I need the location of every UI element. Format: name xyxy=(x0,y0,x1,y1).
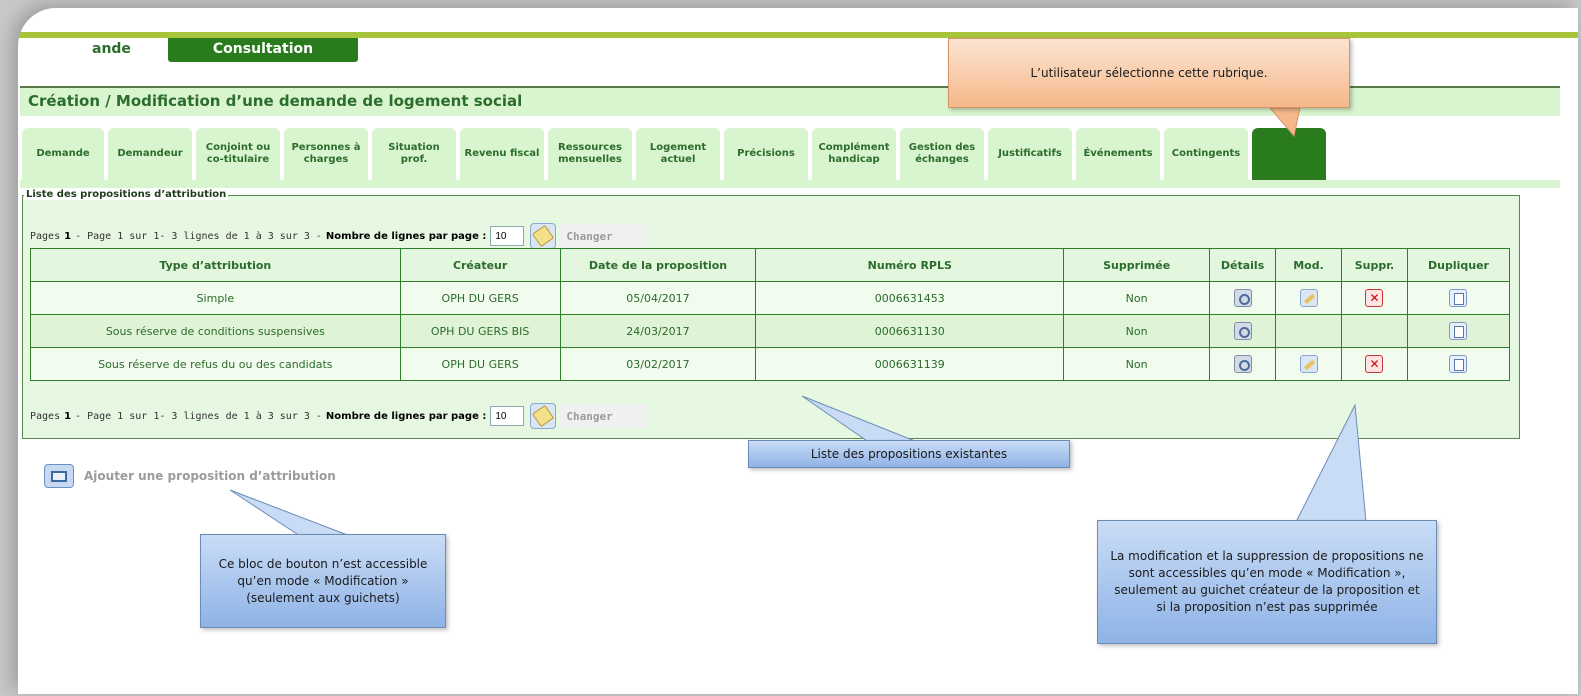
callout-tail-bloc xyxy=(229,489,351,537)
callout-bloc-text: Ce bloc de bouton n’est accessible qu’en… xyxy=(218,556,428,605)
callout-modif-text: La modification et la suppression de pro… xyxy=(1110,549,1424,614)
callout-modif: La modification et la suppression de pro… xyxy=(1097,520,1437,644)
callout-rubrique: L’utilisateur sélectionne cette rubrique… xyxy=(948,38,1350,108)
callout-tail-liste xyxy=(801,395,921,444)
callout-tail-modif xyxy=(1295,403,1367,523)
callout-liste: Liste des propositions existantes xyxy=(748,440,1070,468)
callout-tail-rubrique xyxy=(1268,107,1301,138)
callout-liste-text: Liste des propositions existantes xyxy=(810,446,1008,461)
callout-bloc: Ce bloc de bouton n’est accessible qu’en… xyxy=(200,534,446,628)
callout-rubrique-text: L’utilisateur sélectionne cette rubrique… xyxy=(1030,65,1268,80)
